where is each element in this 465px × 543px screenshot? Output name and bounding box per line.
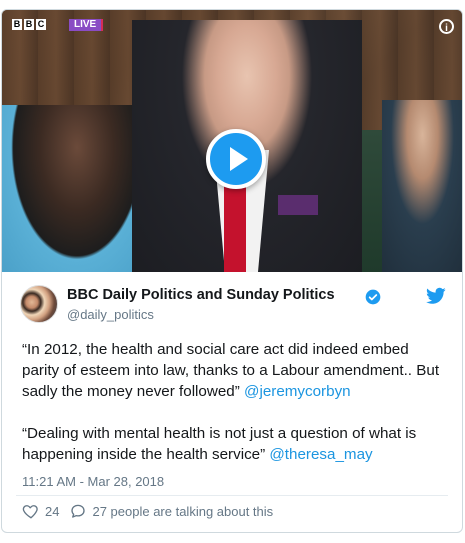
tweet-paragraph: “In 2012, the health and social care act…: [22, 339, 447, 402]
bbc-logo-letter: B: [12, 19, 22, 30]
live-badge: LIVE: [69, 19, 104, 31]
avatar[interactable]: [20, 285, 58, 323]
bbc-logo-letter: C: [36, 19, 46, 30]
bbc-logo-letter: B: [24, 19, 34, 30]
divider: [16, 495, 448, 496]
mention-link[interactable]: @theresa_may: [269, 446, 372, 463]
heart-icon[interactable]: [22, 502, 40, 520]
author-handle[interactable]: @daily_politics: [67, 307, 154, 322]
tweet-text: “In 2012, the health and social care act…: [22, 339, 447, 465]
tweet-timestamp[interactable]: 11:21 AM - Mar 28, 2018: [22, 474, 164, 489]
likes-count[interactable]: 24: [45, 504, 59, 519]
author-name[interactable]: BBC Daily Politics and Sunday Politics: [67, 287, 335, 303]
person-right-image: [382, 100, 462, 272]
embedded-tweet-card: B B C LIVE i BBC Daily Politics and Sund…: [1, 9, 463, 533]
info-icon[interactable]: i: [439, 19, 454, 34]
speaker-name-badge: [278, 195, 318, 215]
tweet-header: BBC Daily Politics and Sunday Politics @…: [20, 285, 446, 325]
reply-bubble-icon[interactable]: [69, 502, 87, 520]
verified-badge-icon: [365, 289, 381, 305]
mention-link[interactable]: @jeremycorbyn: [244, 383, 351, 400]
tweet-actions: 24 27 people are talking about this: [22, 502, 273, 520]
person-left-image: [2, 105, 152, 272]
play-icon: [229, 147, 248, 171]
video-player[interactable]: B B C LIVE i: [2, 10, 462, 272]
tweet-paragraph: “Dealing with mental health is not just …: [22, 423, 447, 465]
talking-about-link[interactable]: 27 people are talking about this: [92, 504, 273, 519]
bbc-logo: B B C: [12, 19, 46, 30]
twitter-bird-icon[interactable]: [426, 287, 446, 305]
tweet-paragraph-text: “In 2012, the health and social care act…: [22, 341, 440, 400]
play-button[interactable]: [206, 129, 266, 189]
